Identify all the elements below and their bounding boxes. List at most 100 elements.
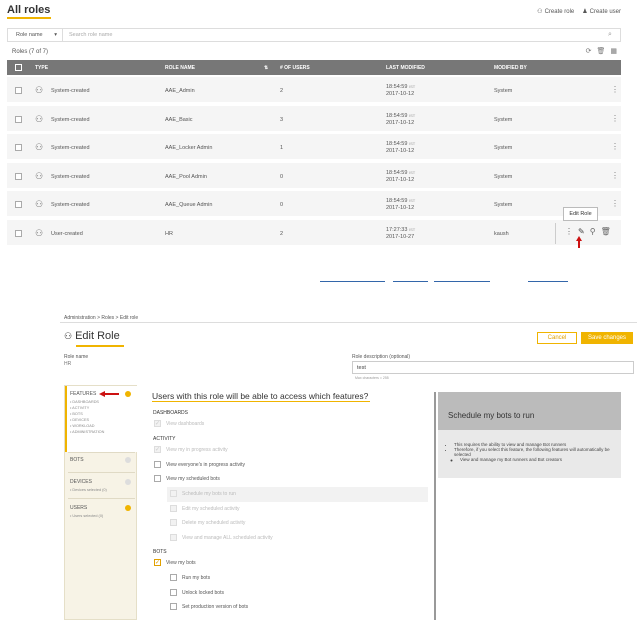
- red-arrow-left-icon: [99, 391, 119, 397]
- role-icon: ⚇: [537, 9, 543, 15]
- role-type: System-created: [51, 88, 90, 94]
- option-label: Edit my scheduled activity: [182, 505, 240, 512]
- role-name[interactable]: AAE_Queue Admin: [165, 202, 212, 208]
- role-type: System-created: [51, 116, 90, 123]
- sort-icon[interactable]: ⇅: [264, 65, 268, 71]
- modified-tz: IST: [408, 112, 416, 118]
- link-underline-3[interactable]: [434, 281, 490, 282]
- sidebar-item-features[interactable]: FEATURES: [70, 391, 96, 397]
- col-users[interactable]: # OF USERS: [280, 65, 310, 71]
- kebab-icon[interactable]: ⋮: [611, 171, 619, 180]
- checkbox-checked-icon: ✓: [154, 446, 161, 453]
- table-row[interactable]: ⚇ System-created AAE_Basic 3 18:54:59 IST 201…: [7, 105, 621, 133]
- row-checkbox[interactable]: [15, 115, 22, 123]
- kebab-icon[interactable]: ⋮: [611, 85, 619, 94]
- option-edit-scheduled[interactable]: Edit my scheduled activity: [170, 505, 240, 512]
- checkbox: [170, 574, 177, 581]
- system-role-icon: ⚇: [35, 85, 44, 95]
- col-type[interactable]: TYPE: [35, 65, 48, 71]
- role-icon: ⚇: [64, 330, 73, 341]
- delete-icon[interactable]: 🗑: [596, 47, 605, 55]
- table-row[interactable]: ⚇ System-created AAE_Locker Admin 1 18:54:59…: [7, 134, 621, 162]
- option-view-everyone-activity[interactable]: View everyone's in progress activity: [154, 461, 245, 468]
- refresh-icon[interactable]: ⟳: [586, 47, 592, 55]
- breadcrumb[interactable]: Administration > Roles > Edit role: [64, 315, 138, 321]
- option-unlock-bots[interactable]: Unlock locked bots: [170, 589, 224, 596]
- kebab-icon[interactable]: ⋮: [611, 142, 619, 151]
- option-view-dashboards[interactable]: ✓ View dashboards: [154, 420, 204, 427]
- delete-icon[interactable]: 🗑: [601, 227, 611, 236]
- role-name[interactable]: AAE_Locker Admin: [165, 145, 212, 151]
- sidebar-item-users[interactable]: USERS: [70, 505, 87, 511]
- help-bullet: Therefore, if you select this feature, t…: [454, 447, 618, 457]
- divider: [60, 322, 637, 323]
- option-set-production-version[interactable]: Set production version of bots: [170, 603, 248, 610]
- create-role-button[interactable]: ⚇ Create role: [537, 8, 575, 16]
- filter-field-value: Role name: [16, 32, 43, 38]
- cancel-button[interactable]: Cancel: [537, 332, 577, 344]
- role-name[interactable]: AAE_Admin: [165, 88, 195, 94]
- check-icon: [125, 505, 131, 511]
- link-underline-1[interactable]: [320, 281, 385, 282]
- option-run-my-bots[interactable]: Run my bots: [170, 574, 210, 581]
- binoculars-icon[interactable]: ⚲: [590, 227, 596, 236]
- role-name[interactable]: HR: [165, 231, 173, 237]
- link-underline-2[interactable]: [393, 281, 428, 282]
- col-role-name[interactable]: ROLE NAME: [165, 65, 195, 71]
- search-input[interactable]: Search role name: [63, 32, 608, 38]
- row-checkbox[interactable]: [15, 230, 22, 237]
- role-name-label: Role name: [64, 354, 89, 360]
- search-icon[interactable]: ⌕: [608, 31, 620, 39]
- last-modified: 17:27:33 IST 2017-10-27: [386, 226, 415, 241]
- option-label: View everyone's in progress activity: [166, 461, 245, 468]
- filter-field-select[interactable]: Role name ▾: [8, 29, 63, 41]
- divider: [68, 452, 135, 453]
- option-label: View dashboards: [166, 420, 205, 427]
- modified-date: 2017-10-12: [386, 148, 415, 155]
- table-row[interactable]: ⚇ System-created AAE_Queue Admin 0 18:54:59 …: [7, 191, 621, 219]
- kebab-icon[interactable]: ⋮: [565, 227, 573, 236]
- role-description-input[interactable]: test: [352, 361, 634, 374]
- sidebar-item-devices[interactable]: DEVICES: [70, 479, 92, 485]
- option-delete-scheduled[interactable]: Delete my scheduled activity: [170, 519, 245, 526]
- row-checkbox[interactable]: [15, 87, 22, 94]
- modified-time: 18:54:59: [386, 169, 408, 176]
- description-hint: Max characters = 255: [355, 376, 389, 380]
- row-checkbox[interactable]: [15, 144, 22, 152]
- option-view-my-bots[interactable]: ✓ View my bots: [154, 559, 196, 566]
- kebab-icon[interactable]: ⋮: [611, 114, 619, 123]
- checkbox: [170, 534, 177, 541]
- option-view-scheduled-bots[interactable]: View my scheduled bots: [154, 475, 220, 482]
- role-name[interactable]: AAE_Pool Admin: [165, 174, 207, 180]
- user-icon: ♟: [582, 9, 588, 15]
- option-label: Delete my scheduled activity: [182, 519, 246, 526]
- table-row[interactable]: ⚇ System-created AAE_Admin 2 18:54:59 IST 201…: [7, 77, 621, 104]
- select-all-checkbox[interactable]: [15, 64, 22, 71]
- option-schedule-bots[interactable]: Schedule my bots to run: [170, 490, 236, 497]
- save-changes-button[interactable]: Save changes: [581, 332, 633, 344]
- row-checkbox[interactable]: [15, 172, 22, 180]
- check-icon: [125, 457, 131, 463]
- option-label: Unlock locked bots: [182, 589, 224, 596]
- modified-time: 17:27:33: [386, 227, 408, 233]
- link-underline-4[interactable]: [528, 281, 568, 282]
- checkbox: [170, 519, 177, 526]
- columns-icon[interactable]: ▦: [610, 47, 617, 55]
- table-row[interactable]: ⚇ User-created HR 2 17:27:33 IST 2017-10-27 ka…: [7, 220, 621, 247]
- role-type: User-created: [51, 231, 83, 237]
- col-modified-by[interactable]: MODIFIED BY: [494, 65, 527, 71]
- table-row[interactable]: ⚇ System-created AAE_Pool Admin 0 18:54:59 I…: [7, 162, 621, 190]
- checkbox-checked-icon: ✓: [154, 420, 161, 427]
- create-role-label: Create role: [544, 8, 575, 15]
- kebab-icon[interactable]: ⋮: [611, 199, 619, 208]
- edit-pencil-icon[interactable]: ✎: [578, 227, 585, 236]
- checkbox: [154, 461, 161, 468]
- row-checkbox[interactable]: [15, 201, 22, 209]
- option-view-my-activity[interactable]: ✓ View my in progress activity: [154, 446, 228, 453]
- create-user-button[interactable]: ♟ Create user: [582, 8, 621, 16]
- option-manage-all-scheduled[interactable]: View and manage ALL scheduled activity: [170, 534, 273, 541]
- sidebar-sub-administration[interactable]: • ADMINISTRATION: [70, 429, 104, 435]
- sidebar-item-bots[interactable]: BOTS: [70, 457, 84, 463]
- col-last-modified[interactable]: LAST MODIFIED: [386, 65, 425, 71]
- role-name[interactable]: AAE_Basic: [165, 117, 193, 123]
